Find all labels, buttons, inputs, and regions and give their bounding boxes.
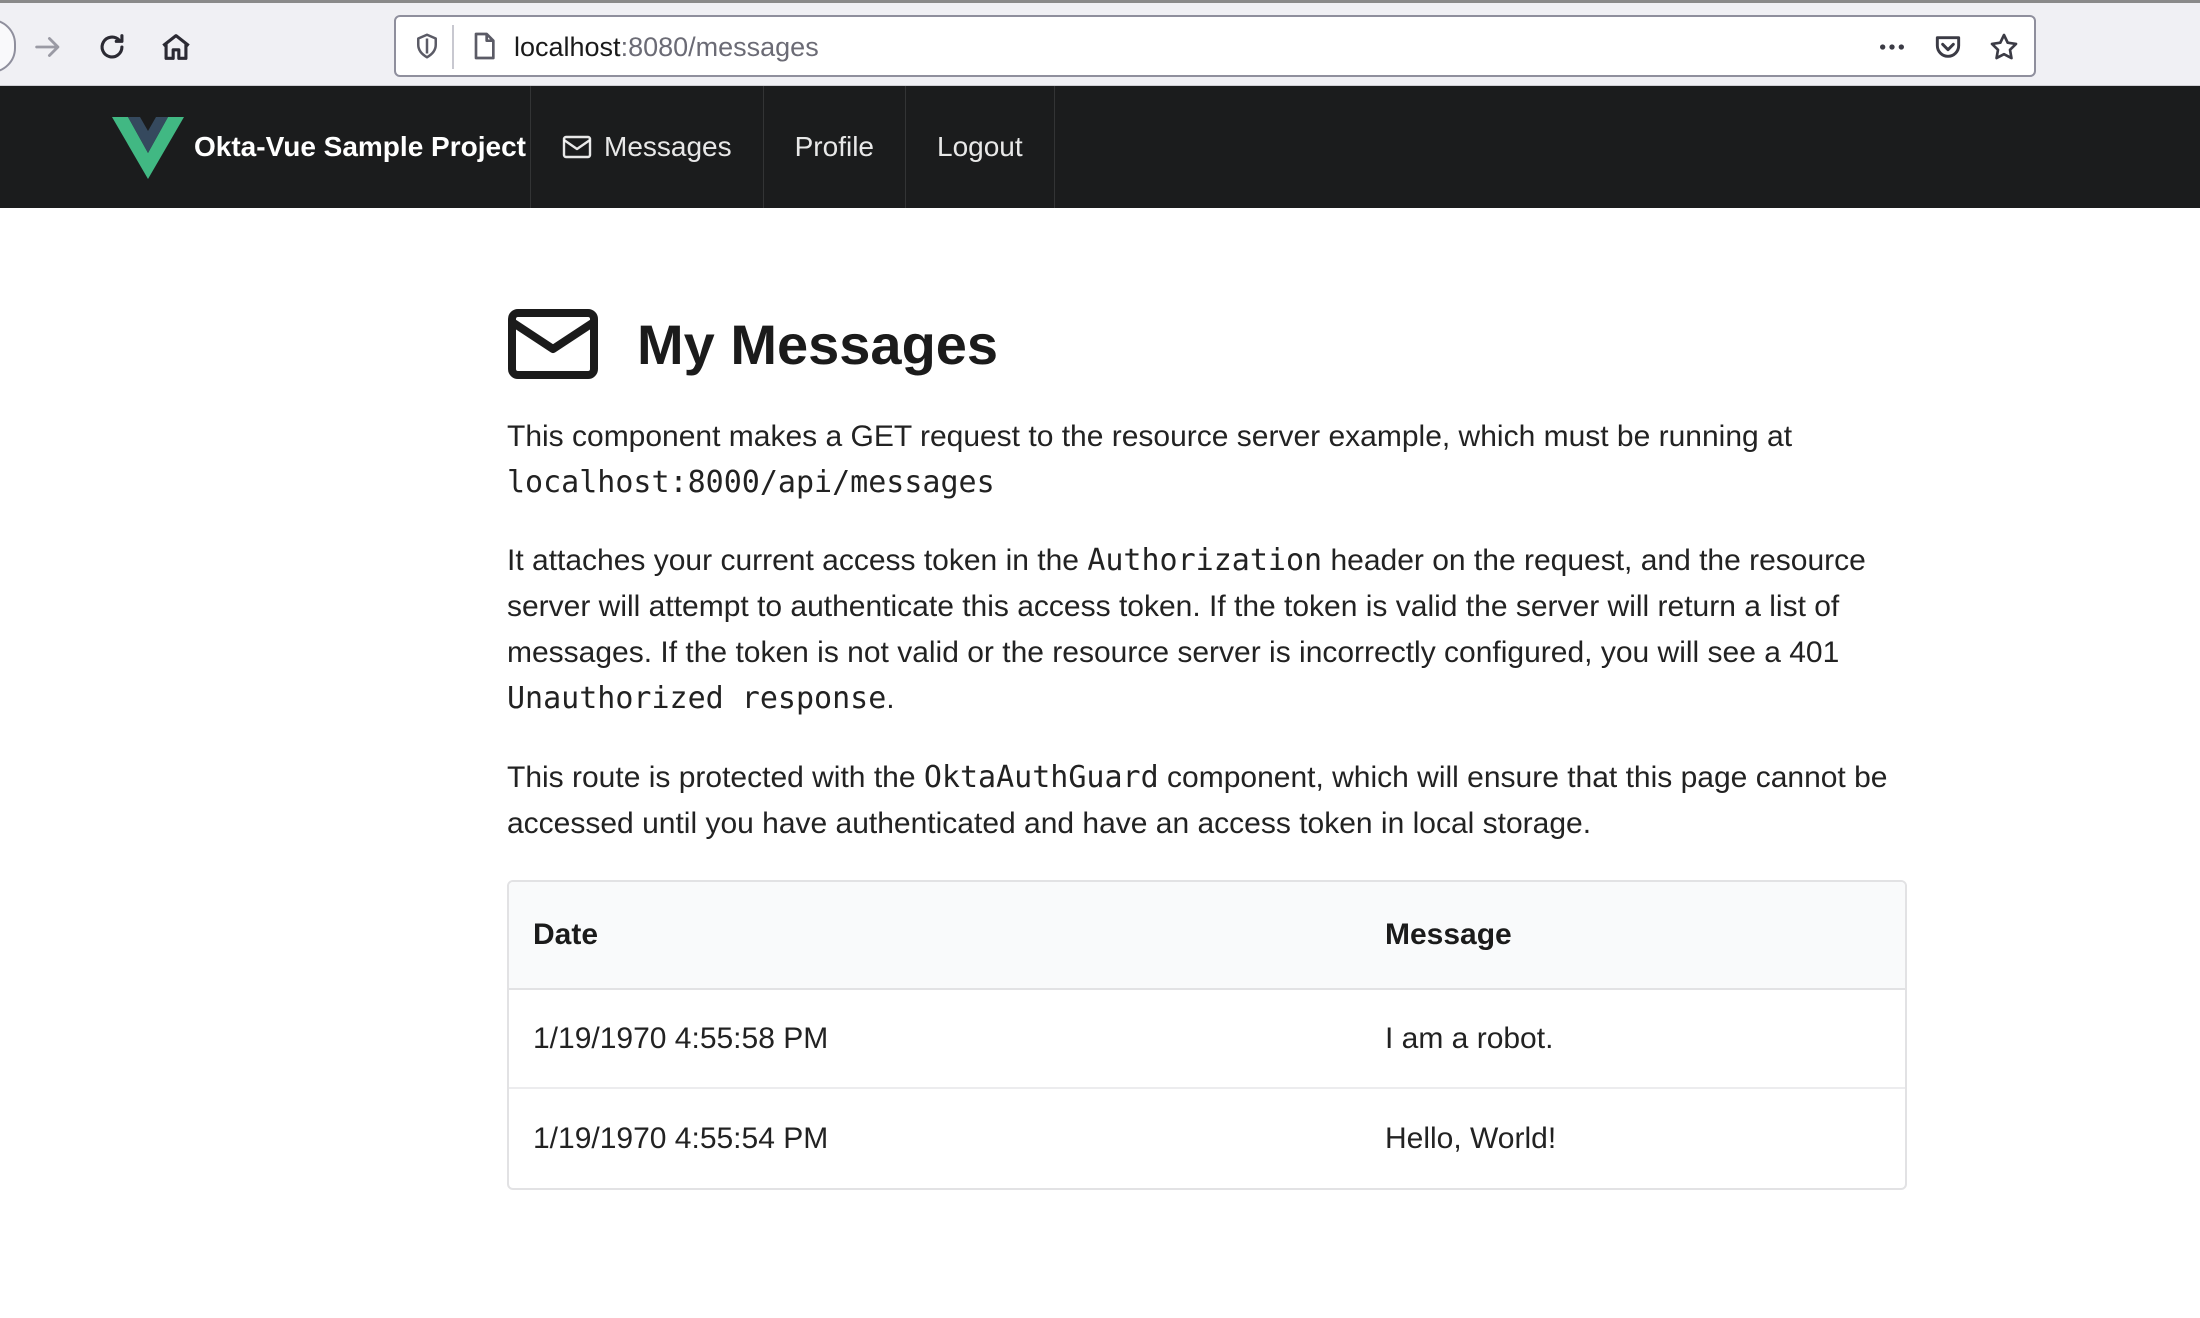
message-date-cell: 1/19/1970 4:55:54 PM (533, 1121, 829, 1155)
envelope-icon (562, 135, 592, 159)
intro-paragraph: This component makes a GET request to th… (507, 414, 1907, 506)
auth-text-before: It attaches your current access token in… (507, 544, 1079, 577)
table-header-row: Date Message (509, 882, 1905, 990)
bookmark-star-icon[interactable] (1984, 27, 2024, 67)
api-endpoint-code: localhost:8000/api/messages (507, 465, 995, 500)
column-header-message: Message (1361, 882, 1905, 990)
guard-text-before: This route is protected with the (507, 761, 916, 794)
message-date-cell: 1/19/1970 4:55:58 PM (509, 990, 1361, 1089)
okta-auth-guard-code: OktaAuthGuard (923, 760, 1159, 795)
page-info-icon[interactable] (468, 29, 500, 63)
table-row: 1/19/1970 4:55:54 PM Hello, World! (509, 1089, 1905, 1188)
tracking-shield-icon[interactable] (412, 31, 442, 61)
more-actions-icon[interactable] (1872, 27, 1912, 67)
authorization-code: Authorization (1087, 543, 1323, 578)
nav-item-logout[interactable]: Logout (905, 86, 1055, 208)
auth-text-after: . (886, 682, 895, 715)
page-title: My Messages (637, 312, 999, 376)
address-bar[interactable]: localhost:8080/messages (394, 15, 2036, 77)
message-text-cell: I am a robot. (1361, 990, 1905, 1089)
reload-icon[interactable] (88, 23, 136, 71)
vue-logo-icon (112, 117, 184, 179)
app-navbar: Okta-Vue Sample Project Messages Profile… (0, 86, 2200, 208)
nav-item-label: Logout (937, 131, 1023, 162)
intro-text: This component makes a GET request to th… (507, 420, 1793, 453)
nav-item-messages[interactable]: Messages (530, 86, 763, 208)
brand-link[interactable]: Okta-Vue Sample Project (112, 86, 556, 208)
nav-item-profile[interactable]: Profile (762, 86, 905, 208)
url-host: localhost (514, 32, 621, 62)
browser-toolbar: localhost:8080/messages (0, 0, 2200, 86)
back-button[interactable] (0, 19, 16, 73)
messages-table: Date Message 1/19/1970 4:55:58 PM I am a… (507, 880, 1907, 1190)
pocket-icon[interactable] (1928, 27, 1968, 67)
column-header-date: Date (509, 882, 1361, 990)
guard-paragraph: This route is protected with the OktaAut… (507, 755, 1907, 847)
table-row: 1/19/1970 4:55:58 PM I am a robot. (509, 990, 1905, 1089)
message-text-cell: Hello, World! (1385, 1121, 1557, 1155)
nav-item-label: Profile (794, 131, 874, 162)
address-separator (452, 25, 454, 69)
forward-icon[interactable] (24, 23, 72, 71)
url-text[interactable]: localhost:8080/messages (514, 31, 819, 63)
url-path: :8080/messages (620, 32, 819, 62)
brand-title: Okta-Vue Sample Project (194, 131, 526, 162)
unauthorized-code: Unauthorized response (507, 681, 887, 716)
envelope-icon (508, 309, 598, 379)
auth-paragraph: It attaches your current access token in… (507, 538, 1907, 722)
page-header: My Messages (507, 302, 998, 386)
home-icon[interactable] (152, 23, 200, 71)
nav-item-label: Messages (604, 131, 732, 162)
